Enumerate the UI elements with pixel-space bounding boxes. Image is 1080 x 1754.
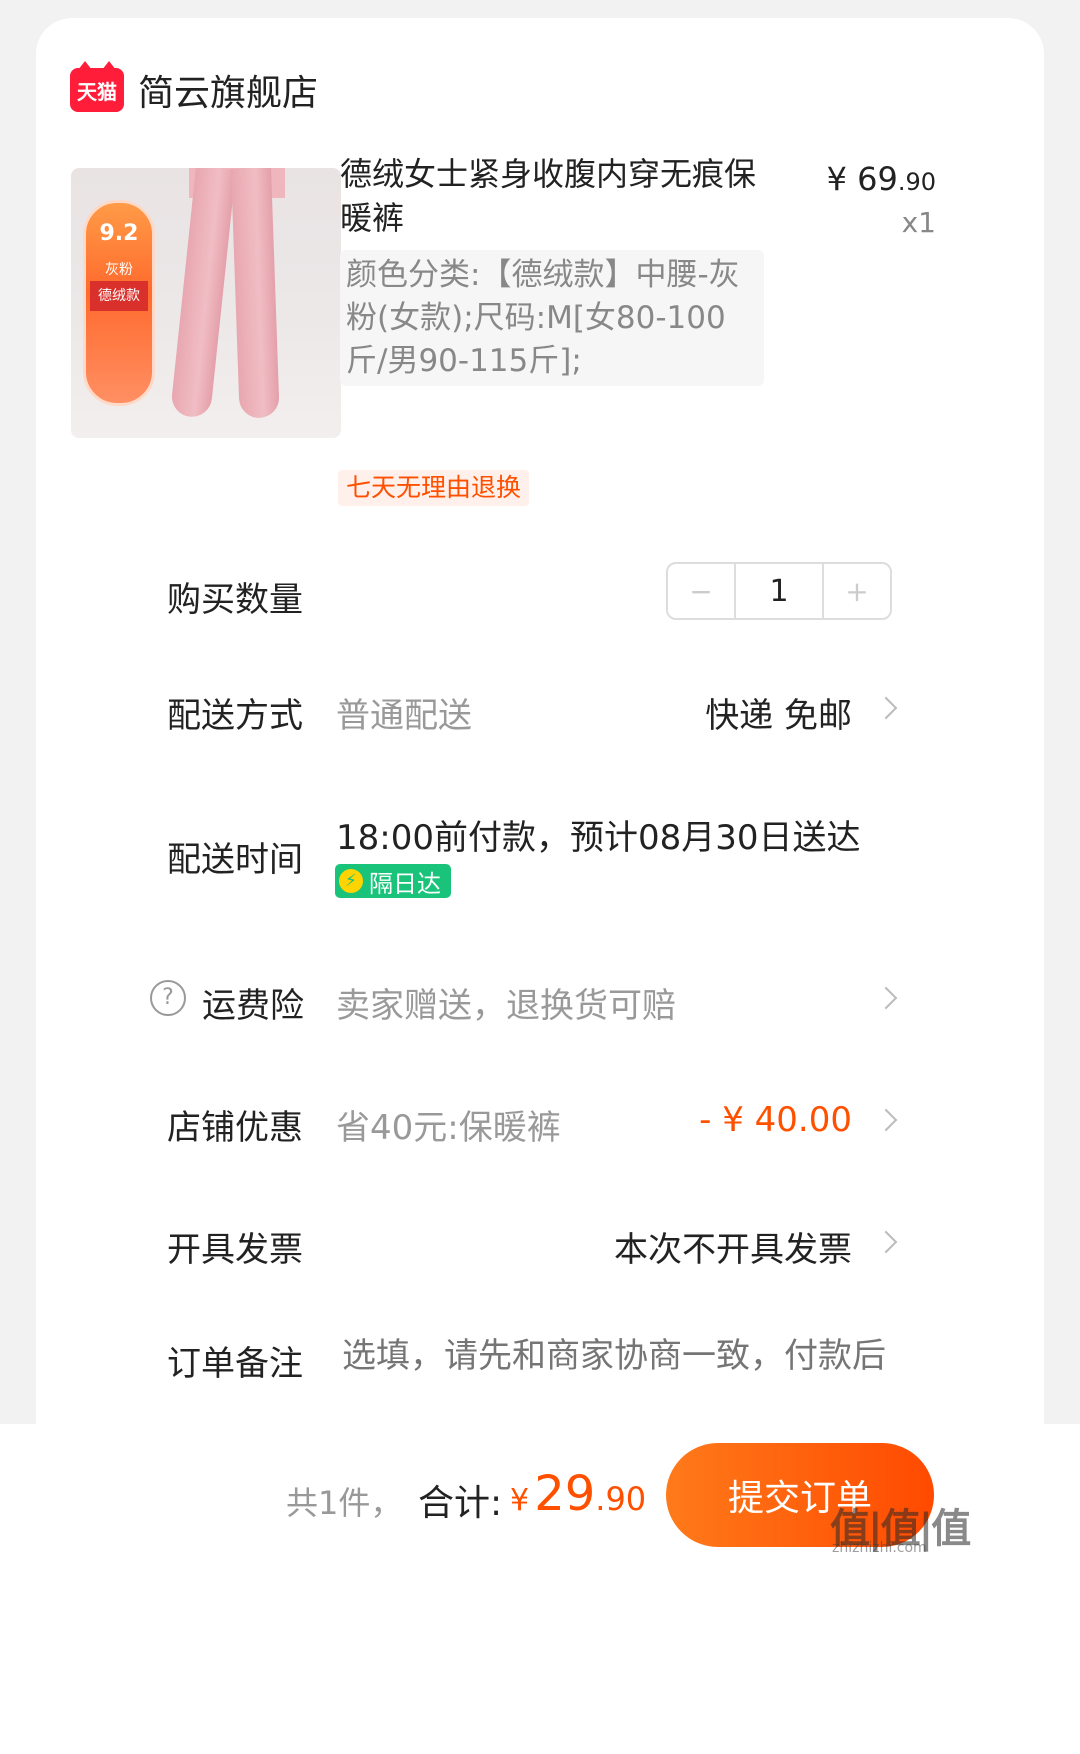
shipping-insurance-value[interactable]: 卖家赠送，退换货可赔	[336, 978, 676, 1027]
invoice-label: 开具发票	[167, 1230, 303, 1270]
badge-color: 灰粉	[105, 262, 133, 278]
next-day-tag: ⚡ 隔日达	[335, 864, 451, 898]
badge-score: 9.2	[99, 221, 139, 246]
help-icon[interactable]: ?	[150, 980, 186, 1016]
next-day-text: 隔日达	[369, 869, 441, 898]
total-int: 29	[534, 1466, 596, 1522]
order-note-input[interactable]	[342, 1336, 894, 1376]
product-price: ¥ 69.90	[827, 160, 936, 198]
shop-name[interactable]: 简云旗舰店	[138, 64, 318, 116]
return-policy-tag: 七天无理由退换	[338, 470, 530, 506]
tmall-logo-icon: 天猫	[70, 61, 124, 112]
delivery-type: 普通配送	[336, 696, 472, 736]
invoice-value[interactable]: 本次不开具发票	[614, 1222, 852, 1271]
product-title[interactable]: 德绒女士紧身收腹内穿无痕保暖裤	[340, 152, 770, 240]
delivery-time-value: 18:00前付款，预计08月30日送达	[336, 818, 861, 858]
store-discount-label: 店铺优惠	[167, 1108, 303, 1148]
store-discount-desc: 省40元:保暖裤	[336, 1108, 561, 1148]
product-image-leg	[231, 168, 280, 419]
total-price: ¥ 29.90	[510, 1466, 646, 1522]
store-discount-value[interactable]: - ¥ 40.00	[699, 1100, 852, 1140]
shipping-insurance-label: 运费险	[202, 986, 304, 1026]
watermark-url: zhizhizhi.com	[832, 1540, 927, 1556]
product-image[interactable]: 9.2 灰粉 德绒款	[71, 168, 341, 438]
quantity-value[interactable]: 1	[734, 564, 824, 618]
order-note-label: 订单备注	[167, 1344, 303, 1384]
delivery-method-value[interactable]: 快递 免邮	[705, 688, 852, 737]
price-symbol: ¥	[826, 160, 847, 198]
total-symbol: ¥	[510, 1483, 530, 1518]
item-count: 共1件，	[286, 1484, 403, 1522]
delivery-method-label: 配送方式	[167, 696, 303, 736]
price-dec: .90	[897, 168, 936, 196]
price-int: 69	[857, 160, 898, 198]
quantity-stepper[interactable]: − 1 +	[666, 562, 892, 620]
decrease-button[interactable]: −	[668, 564, 734, 618]
badge-style: 德绒款	[90, 281, 148, 311]
product-image-badge: 9.2 灰粉 德绒款	[83, 200, 155, 406]
delivery-time-label: 配送时间	[167, 840, 303, 880]
product-sku[interactable]: 颜色分类:【德绒款】中腰-灰粉(女款);尺码:M[女80-100斤/男90-11…	[340, 250, 764, 386]
product-quantity: x1	[901, 206, 936, 239]
total-dec: .90	[595, 1480, 647, 1518]
lightning-icon: ⚡	[339, 869, 363, 893]
increase-button[interactable]: +	[824, 564, 890, 618]
shop-header[interactable]: 天猫 简云旗舰店	[70, 60, 318, 120]
quantity-label: 购买数量	[167, 580, 303, 620]
total-label: 合计:	[418, 1483, 503, 1524]
product-image-leg	[169, 168, 236, 419]
